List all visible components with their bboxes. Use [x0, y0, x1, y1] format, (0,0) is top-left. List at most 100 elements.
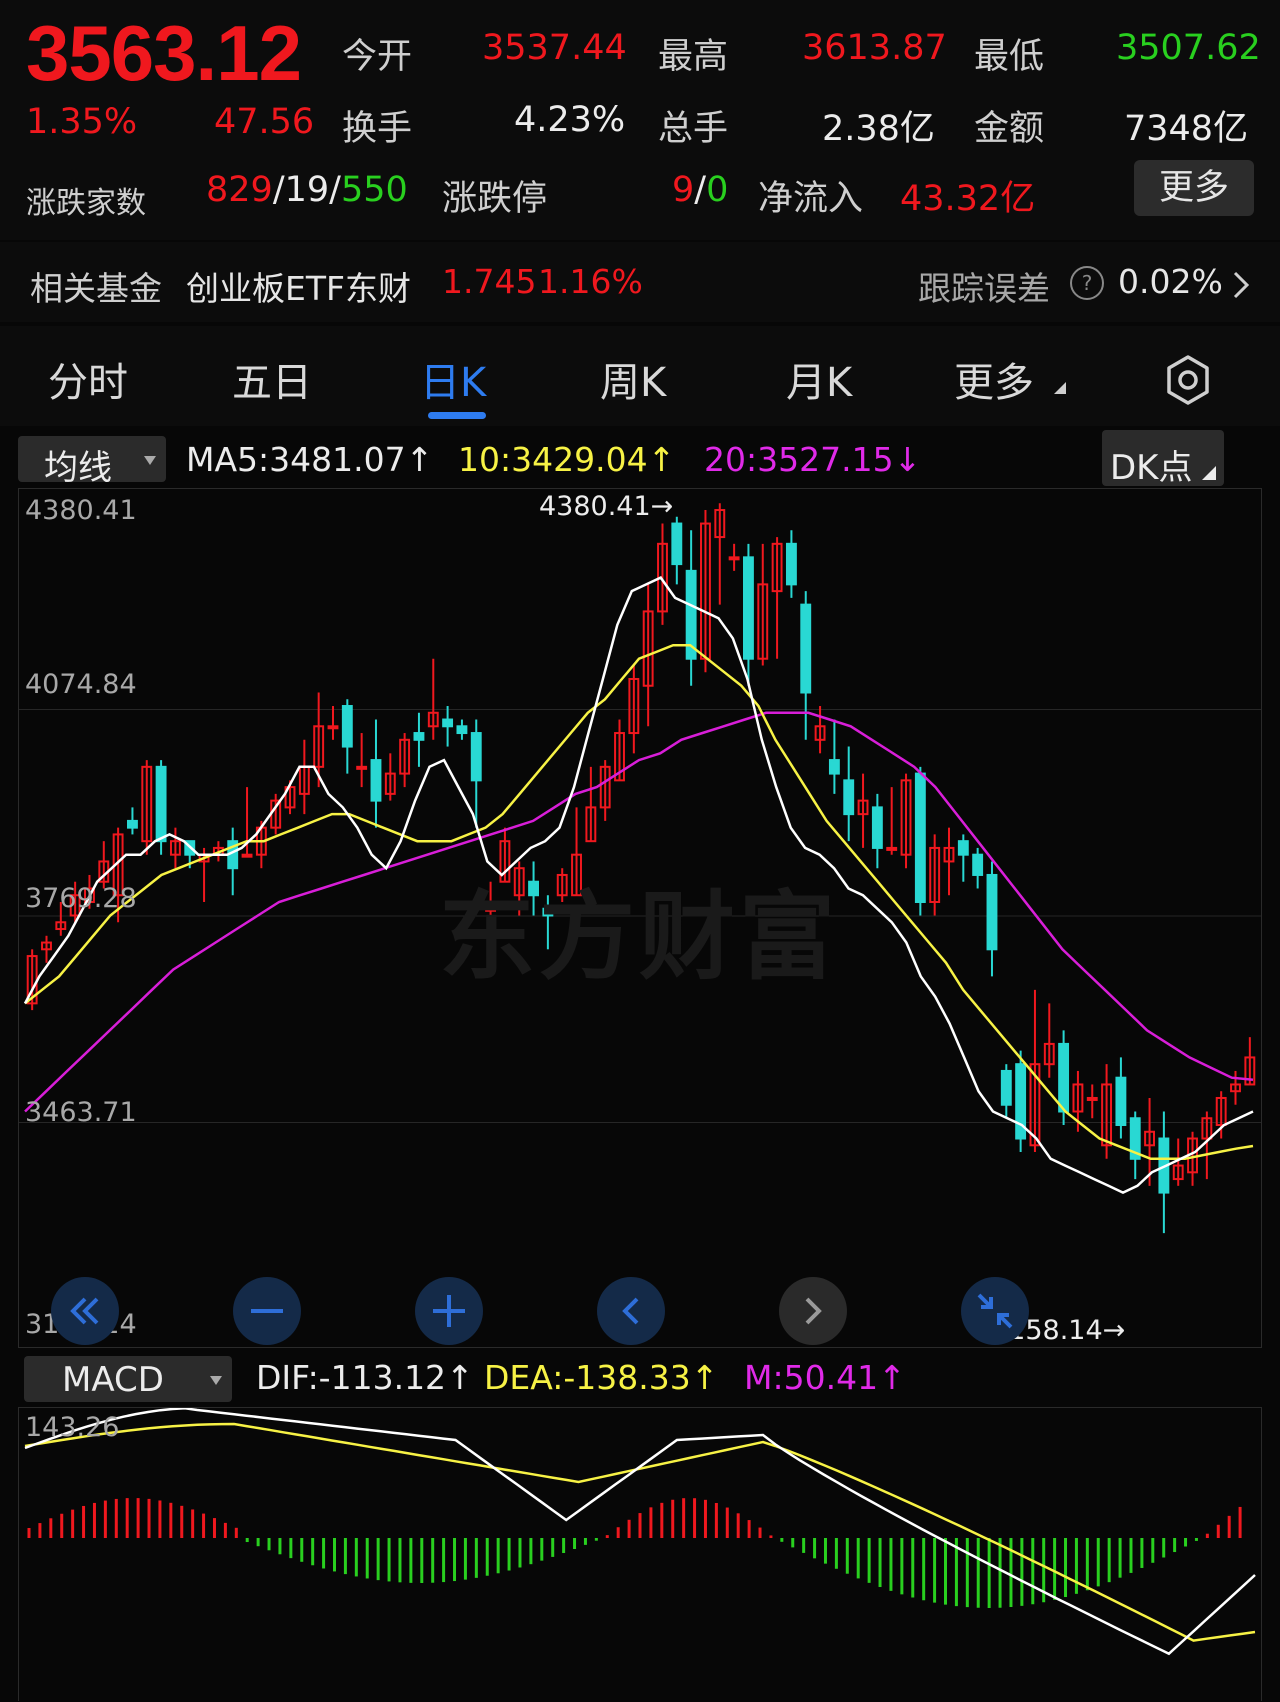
last-price: 3563.12 — [26, 9, 302, 97]
high-annotation: 4380.41→ — [539, 491, 674, 522]
adv-count: 829 — [206, 170, 273, 210]
fund-name[interactable]: 创业板ETF东财 — [186, 262, 411, 310]
candle-body — [728, 556, 740, 561]
tracking-error-value: 0.02% — [1118, 262, 1223, 301]
scroll-left-button[interactable] — [597, 1277, 665, 1345]
tab-more[interactable]: 更多 — [954, 350, 1034, 408]
chevron-down-icon — [210, 1376, 222, 1385]
low-label: 最低 — [974, 37, 1045, 77]
candle-body — [743, 556, 754, 660]
tracking-error-label: 跟踪误差 — [918, 269, 1050, 308]
fullscreen-toggle-button[interactable] — [961, 1277, 1029, 1345]
open-label: 今开 — [342, 37, 413, 77]
slash: / — [329, 170, 341, 210]
macd-axis-top: 143.26 — [25, 1412, 120, 1443]
slash: / — [272, 170, 285, 210]
fund-label: 相关基金 — [30, 269, 162, 308]
period-tabs: 分时 五日 日K 周K 月K 更多 — [0, 326, 1280, 426]
zoom-out-button[interactable] — [233, 1277, 301, 1345]
right-icon — [805, 1297, 822, 1325]
dif-value: DIF:-113.12↑ — [256, 1358, 474, 1397]
tab-intraday[interactable]: 分时 — [48, 350, 128, 408]
limit-down-count: 0 — [706, 170, 729, 210]
candle-body — [800, 603, 812, 694]
left-icon — [622, 1297, 639, 1325]
candle-body — [972, 853, 984, 876]
candle-body — [327, 725, 339, 730]
y-axis-label-3: 3769.28 — [25, 883, 137, 914]
corner-triangle-icon — [1202, 466, 1216, 480]
high-value: 3613.87 — [802, 28, 947, 68]
y-axis-label-2: 4074.84 — [25, 669, 137, 700]
advdec-values: 829/19/550 — [206, 170, 408, 210]
macd-select[interactable]: MACD — [24, 1356, 232, 1402]
shrink-icon — [977, 1293, 1013, 1329]
slash: / — [694, 170, 707, 210]
turnover-label: 换手 — [342, 109, 413, 149]
dk-point-button[interactable]: DK点 — [1102, 430, 1224, 488]
candle-body — [155, 765, 167, 843]
high-label: 最高 — [658, 37, 729, 77]
related-fund-bar[interactable]: 相关基金 创业板ETF东财 1.745 1.16% 跟踪误差 ? 0.02% — [0, 242, 1280, 322]
ma-select[interactable]: 均线 — [18, 436, 166, 488]
candle-body — [986, 873, 998, 951]
candle-body — [914, 772, 926, 903]
scroll-start-button[interactable] — [51, 1277, 119, 1345]
change-pct: 1.35% — [26, 102, 138, 142]
dea-value: DEA:-138.33↑ — [484, 1358, 719, 1397]
fund-price: 1.745 — [442, 262, 537, 301]
tab-five-day[interactable]: 五日 — [232, 350, 312, 408]
zoom-in-button[interactable] — [415, 1277, 483, 1345]
volume-value: 2.38亿 — [822, 109, 935, 149]
limit-values: 9/0 — [672, 170, 728, 210]
ma5-value: MA5:3481.07↑ — [186, 440, 434, 479]
y-axis-label-4: 3463.71 — [25, 1097, 137, 1128]
limit-up-count: 9 — [672, 170, 695, 210]
candle-body — [1115, 1076, 1127, 1127]
candle-body — [341, 705, 353, 748]
more-button[interactable]: 更多 — [1134, 160, 1254, 216]
kline-chart[interactable]: 东方财富 4380.41 4074.84 3769.28 3463.71 315… — [18, 488, 1262, 1348]
candle-body — [470, 732, 482, 782]
candle-body — [456, 725, 468, 735]
gear-icon[interactable] — [1162, 354, 1214, 406]
tab-weekly-k[interactable]: 周K — [600, 350, 666, 408]
watermark: 东方财富 — [439, 881, 839, 993]
m-value: M:50.41↑ — [744, 1358, 906, 1397]
scroll-right-button[interactable] — [779, 1277, 847, 1345]
dec-count: 550 — [340, 170, 408, 210]
advdec-label: 涨跌家数 — [26, 186, 146, 221]
candle-body — [843, 779, 855, 816]
corner-triangle-icon — [1054, 382, 1066, 394]
tab-monthly-k[interactable]: 月K — [786, 350, 852, 408]
candle-body — [1086, 1096, 1098, 1101]
netflow-label: 净流入 — [758, 179, 864, 219]
volume-label: 总手 — [658, 109, 729, 149]
candle-body — [1058, 1042, 1070, 1113]
candle-body — [241, 853, 253, 858]
fund-pct: 1.16% — [538, 262, 643, 301]
ma20-value: 20:3527.15↓ — [704, 440, 922, 479]
double-left-icon — [70, 1297, 99, 1325]
candle-body — [828, 759, 840, 775]
macd-chart[interactable]: 143.26 — [18, 1407, 1262, 1701]
chevron-down-icon — [144, 456, 156, 465]
candle-body — [871, 806, 883, 849]
tab-daily-k[interactable]: 日K — [420, 350, 486, 408]
candle-body — [413, 732, 425, 741]
amount-value: 7348亿 — [1124, 109, 1249, 149]
plus-icon — [433, 1295, 465, 1327]
ma-select-label: 均线 — [44, 448, 112, 488]
dk-label: DK点 — [1110, 448, 1193, 488]
candle-body — [370, 759, 382, 802]
candle-body — [442, 718, 454, 728]
candle-body — [127, 819, 138, 829]
candle-body — [1000, 1069, 1012, 1106]
limit-label: 涨跌停 — [442, 179, 548, 219]
flat-count: 19 — [284, 170, 330, 210]
change-value: 47.56 — [214, 102, 315, 142]
chevron-right-icon[interactable] — [1232, 270, 1250, 300]
candle-body — [957, 840, 969, 856]
help-icon[interactable]: ? — [1070, 266, 1104, 300]
candle-body — [356, 765, 368, 770]
